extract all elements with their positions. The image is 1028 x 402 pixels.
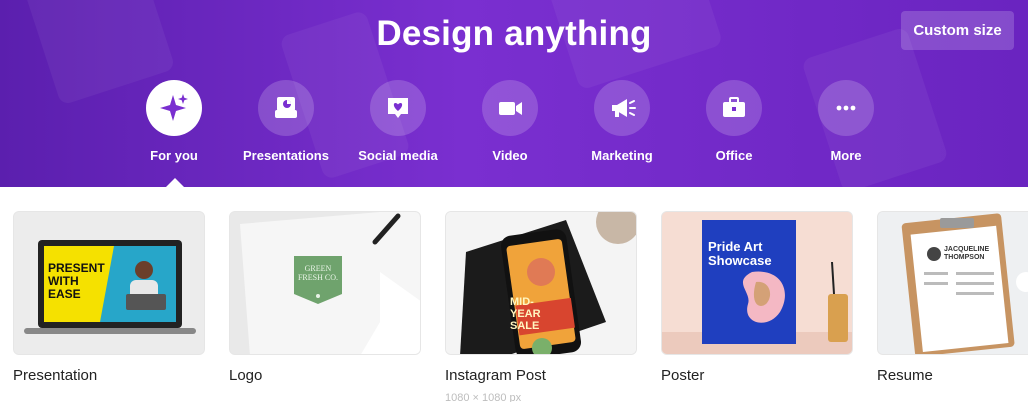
resume-thumbnail: JACQUELINE THOMPSON [877, 211, 1028, 355]
thumb-text: GREEN FRESH CO. [297, 264, 338, 282]
design-card-title: Resume [877, 367, 933, 384]
more-dots-icon [818, 80, 874, 136]
thumb-text: Pride Art Showcase [708, 239, 772, 268]
design-card-presentation[interactable]: PRESENT WITH EASE Presentation [13, 211, 205, 384]
category-marketing[interactable]: Marketing [567, 80, 677, 163]
megaphone-icon [594, 80, 650, 136]
category-label: Office [715, 148, 753, 163]
design-card-logo[interactable]: GREEN FRESH CO. Logo [229, 211, 421, 384]
category-office[interactable]: Office [679, 80, 789, 163]
category-label: Marketing [591, 148, 653, 163]
thumb-text: MID-YEAR SALE [510, 296, 541, 332]
category-label: Social media [358, 148, 438, 163]
design-card-instagram-post[interactable]: MID-YEAR SALE Instagram Post 1080 × 1080… [445, 211, 637, 402]
video-camera-icon [482, 80, 538, 136]
sparkles-icon [146, 80, 202, 136]
thumb-text: JACQUELINE THOMPSON [944, 246, 990, 261]
page-title: Design anything [376, 14, 652, 53]
design-card-title: Presentation [13, 367, 98, 384]
category-label: Video [492, 148, 528, 163]
category-label: More [830, 148, 862, 163]
category-social-media[interactable]: Social media [343, 80, 453, 163]
design-card-resume[interactable]: JACQUELINE THOMPSON Resume [877, 211, 1028, 384]
presentation-chart-icon [258, 80, 314, 136]
category-label: For you [150, 148, 198, 163]
active-category-pointer [165, 178, 185, 188]
category-more[interactable]: More [791, 80, 901, 163]
logo-thumbnail: GREEN FRESH CO. [229, 211, 421, 355]
briefcase-icon [706, 80, 762, 136]
instagram-post-thumbnail: MID-YEAR SALE [445, 211, 637, 355]
presentation-thumbnail: PRESENT WITH EASE [13, 211, 205, 355]
design-card-title: Poster [661, 367, 705, 384]
design-card-title: Instagram Post [445, 367, 546, 384]
heart-chat-icon [370, 80, 426, 136]
design-card-poster[interactable]: Pride Art Showcase Poster [661, 211, 853, 384]
custom-size-button[interactable]: Custom size [901, 11, 1014, 50]
thumb-text: PRESENT WITH EASE [48, 261, 105, 301]
category-video[interactable]: Video [455, 80, 565, 163]
category-for-you[interactable]: For you [119, 80, 229, 163]
category-presentations[interactable]: Presentations [231, 80, 341, 163]
design-card-size: 1080 × 1080 px [445, 392, 522, 402]
design-card-title: Logo [229, 367, 263, 384]
category-label: Presentations [243, 148, 329, 163]
poster-thumbnail: Pride Art Showcase [661, 211, 853, 355]
